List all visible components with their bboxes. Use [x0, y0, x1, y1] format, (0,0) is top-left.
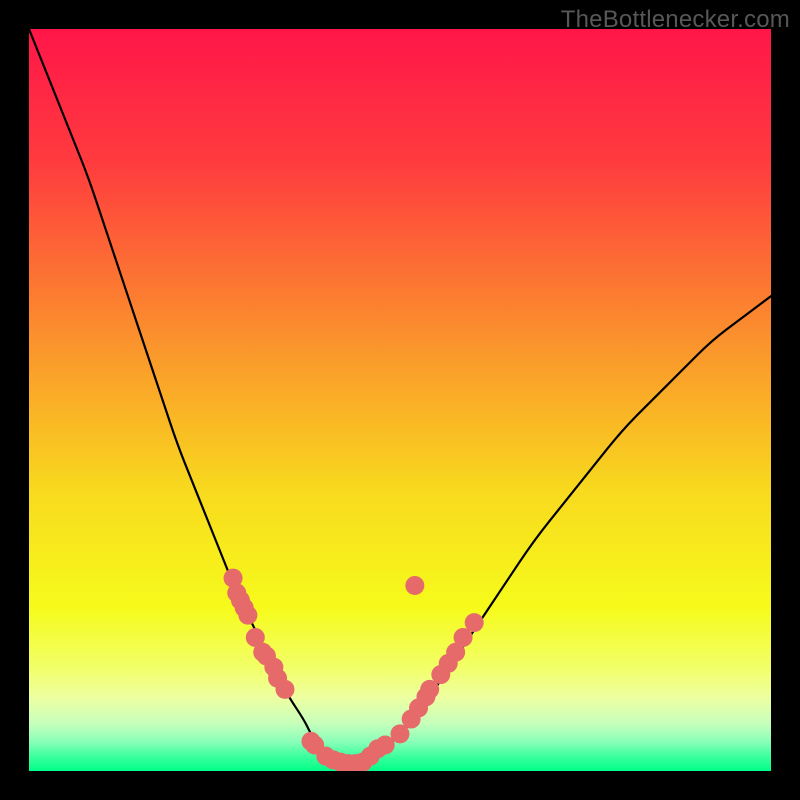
plot-area	[29, 29, 771, 771]
data-dot	[238, 606, 257, 625]
data-dot	[465, 613, 484, 632]
curve-layer	[29, 29, 771, 771]
data-dot	[405, 576, 424, 595]
data-dot	[275, 680, 294, 699]
watermark-text: TheBottlenecker.com	[561, 6, 790, 34]
data-dots	[224, 569, 484, 771]
chart-stage: TheBottlenecker.com	[0, 0, 800, 800]
bottleneck-curve	[29, 29, 771, 764]
